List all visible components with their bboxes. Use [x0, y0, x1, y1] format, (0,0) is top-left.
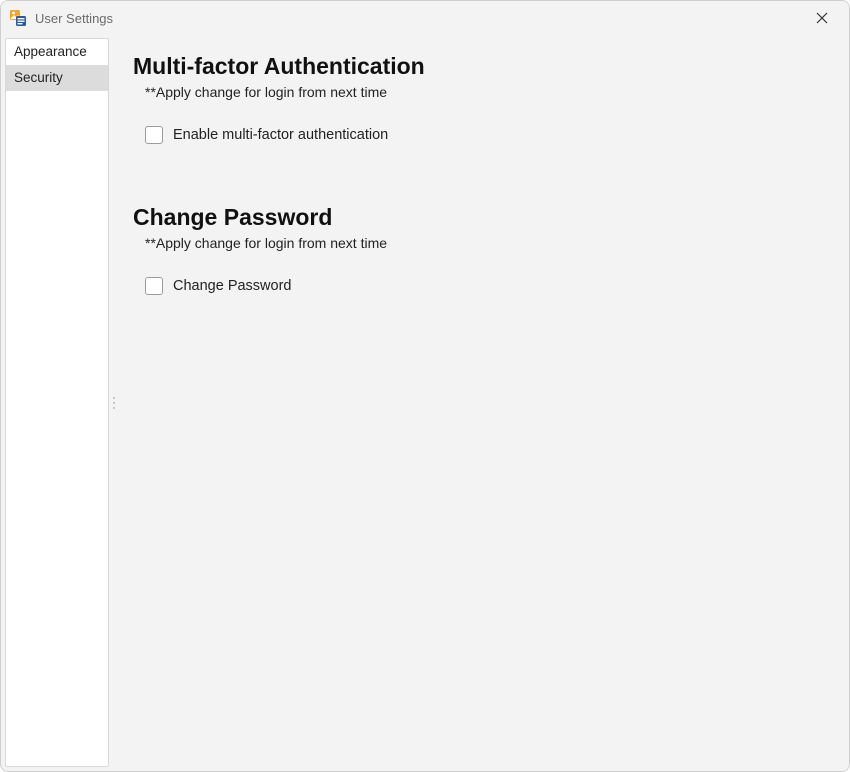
title-bar: User Settings — [1, 1, 849, 35]
sidebar-item-label: Appearance — [14, 44, 87, 59]
sidebar-item-appearance[interactable]: Appearance — [6, 39, 108, 65]
close-button[interactable] — [807, 3, 837, 33]
checkbox-label: Change Password — [173, 278, 292, 294]
app-icon — [9, 9, 27, 27]
section-heading: Change Password — [133, 204, 825, 231]
section-mfa: Multi-factor Authentication **Apply chan… — [133, 53, 825, 144]
splitter-grip-icon — [113, 397, 115, 409]
sidebar-item-security[interactable]: Security — [6, 65, 108, 91]
sidebar-splitter[interactable] — [109, 35, 119, 771]
user-settings-window: User Settings Appearance Security M — [0, 0, 850, 772]
section-note: **Apply change for login from next time — [145, 235, 825, 251]
section-change-password: Change Password **Apply change for login… — [133, 204, 825, 295]
close-icon — [816, 12, 828, 24]
checkbox-row-mfa: Enable multi-factor authentication — [145, 126, 825, 144]
sidebar: Appearance Security — [5, 38, 109, 767]
checkbox-row-change-password: Change Password — [145, 277, 825, 295]
content-panel: Multi-factor Authentication **Apply chan… — [119, 35, 849, 771]
change-password-checkbox[interactable] — [145, 277, 163, 295]
section-heading: Multi-factor Authentication — [133, 53, 825, 80]
window-title: User Settings — [35, 11, 113, 26]
checkbox-label: Enable multi-factor authentication — [173, 127, 388, 143]
section-note: **Apply change for login from next time — [145, 84, 825, 100]
window-body: Appearance Security Multi-factor Authent… — [1, 35, 849, 771]
enable-mfa-checkbox[interactable] — [145, 126, 163, 144]
sidebar-item-label: Security — [14, 70, 63, 85]
title-bar-left: User Settings — [9, 9, 113, 27]
